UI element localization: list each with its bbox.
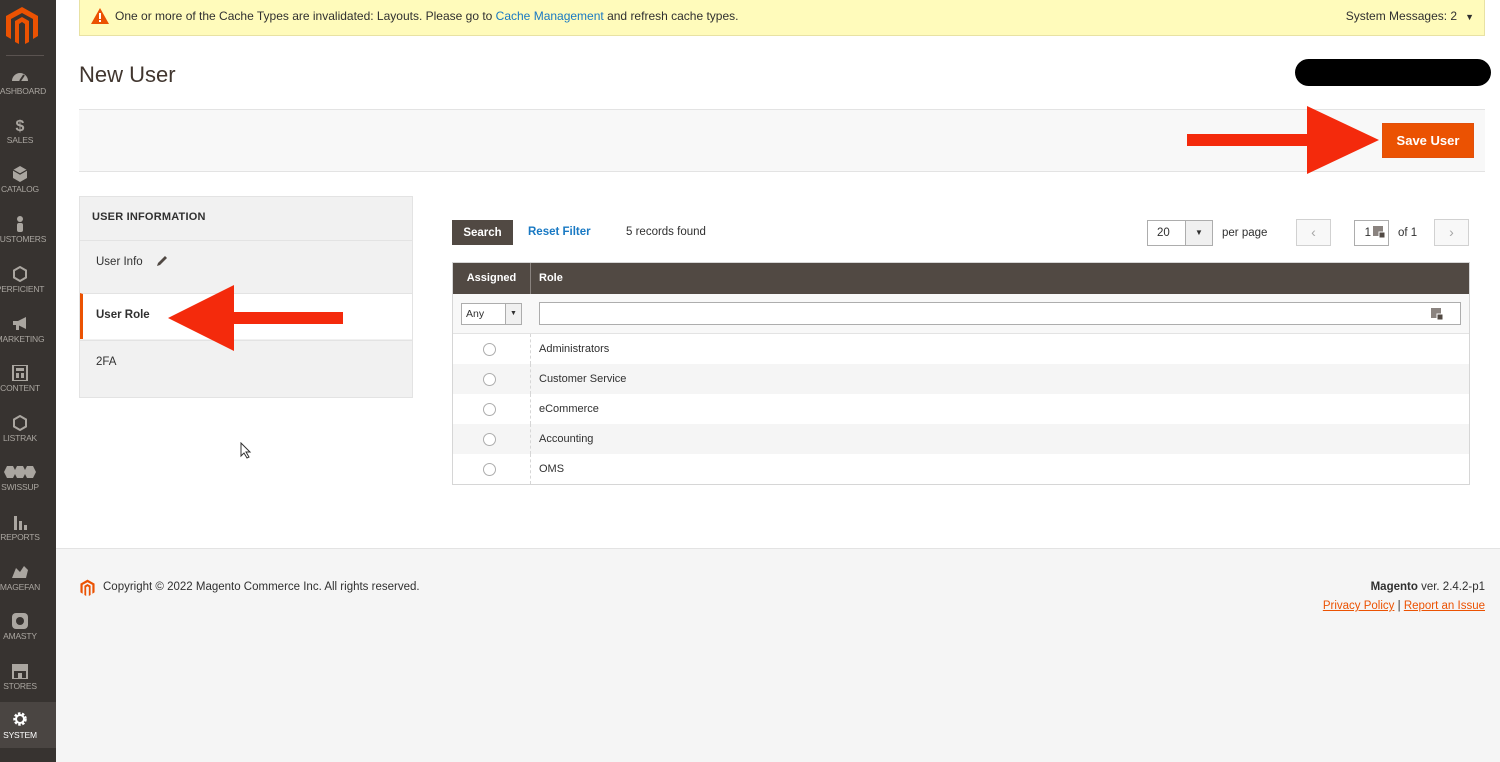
logo-divider [6, 55, 44, 56]
cube-icon [11, 166, 29, 182]
table-row[interactable]: Accounting [453, 424, 1469, 454]
person-icon [11, 216, 29, 232]
table-row[interactable]: Customer Service [453, 364, 1469, 394]
annotation-arrow-right-icon [1187, 106, 1379, 174]
nav-marketing[interactable]: Marketing [0, 316, 56, 366]
page-title: New User [79, 62, 176, 87]
tabs-title: USER INFORMATION [92, 211, 206, 223]
gear-icon [11, 711, 29, 727]
nav-listrak[interactable]: Listrak [0, 414, 56, 465]
grid-filter-row: Any ▼ [453, 294, 1469, 334]
nav-swissup[interactable]: Swissup [0, 464, 56, 514]
nav-system[interactable]: System [0, 702, 56, 748]
chevron-down-icon: ▼ [505, 304, 521, 324]
role-filter-input[interactable] [539, 302, 1461, 325]
copyright-text: Copyright © 2022 Magento Commerce Inc. A… [103, 581, 420, 593]
warning-icon [91, 8, 109, 24]
caret-down-icon: ▼ [1465, 12, 1474, 22]
megaphone-icon [11, 316, 29, 332]
cache-management-link[interactable]: Cache Management [496, 9, 604, 23]
layout-icon [11, 364, 29, 382]
column-role[interactable]: Role [539, 263, 563, 294]
nav-magefan[interactable]: Magefan [0, 564, 56, 614]
svg-text:$: $ [16, 118, 25, 133]
page-total: of 1 [1398, 227, 1418, 239]
assign-role-radio[interactable] [483, 463, 496, 476]
assign-role-radio[interactable] [483, 433, 496, 446]
assign-role-radio[interactable] [483, 403, 496, 416]
report-issue-link[interactable]: Report an Issue [1404, 600, 1485, 612]
nav-perficient[interactable]: Perficient [0, 265, 56, 316]
table-row[interactable]: Administrators [453, 334, 1469, 364]
pencil-icon [157, 256, 167, 266]
version-text: Magento ver. 2.4.2-p1 [1370, 581, 1485, 593]
nav-amasty[interactable]: Amasty [0, 613, 56, 663]
nav-reports[interactable]: Reports [0, 514, 56, 564]
next-page-button[interactable]: › [1434, 219, 1469, 246]
per-page-label: per page [1222, 227, 1268, 239]
magefan-icon [11, 564, 29, 580]
annotation-arrow-left-icon [168, 285, 343, 351]
input-widget-icon [1431, 308, 1444, 321]
privacy-policy-link[interactable]: Privacy Policy [1323, 600, 1395, 612]
assigned-filter-select[interactable]: Any ▼ [461, 303, 522, 325]
magento-logo-icon [80, 579, 95, 596]
system-messages-toggle[interactable]: System Messages: 2 ▼ [1346, 9, 1474, 23]
nav-sales[interactable]: $ Sales [0, 117, 56, 167]
nav-customers[interactable]: Customers [0, 216, 56, 266]
bar-chart-icon [11, 514, 29, 530]
assign-role-radio[interactable] [483, 343, 496, 356]
store-icon [11, 663, 29, 680]
per-page-select[interactable]: 20 ▼ [1147, 220, 1213, 246]
account-menu-redacted[interactable] [1295, 59, 1491, 86]
dollar-icon: $ [11, 117, 29, 135]
tab-user-info[interactable]: User Info [80, 240, 412, 286]
records-count: 5 records found [626, 226, 706, 238]
cache-message: One or more of the Cache Types are inval… [115, 9, 739, 23]
roles-grid: Assigned Role Any ▼ Administrators Custo… [452, 262, 1470, 485]
amasty-icon [11, 613, 29, 629]
magento-logo-icon[interactable] [5, 6, 39, 46]
search-button[interactable]: Search [452, 220, 513, 245]
admin-sidebar: Dashboard $ Sales Catalog Customers Perf… [0, 0, 56, 762]
table-row[interactable]: eCommerce [453, 394, 1469, 424]
chevron-right-icon: › [1449, 224, 1454, 240]
system-message-bar: One or more of the Cache Types are inval… [79, 0, 1485, 36]
swissup-icon [3, 464, 37, 480]
page-number-input[interactable]: 1 [1354, 220, 1389, 246]
previous-page-button[interactable]: ‹ [1296, 219, 1331, 246]
hexagon-icon [11, 265, 29, 283]
nav-content[interactable]: Content [0, 364, 56, 415]
table-row[interactable]: OMS [453, 454, 1469, 484]
mouse-cursor-icon [240, 442, 252, 459]
dashboard-icon [11, 68, 29, 84]
column-assigned[interactable]: Assigned [453, 263, 531, 294]
grid-header: Assigned Role [453, 263, 1469, 294]
chevron-left-icon: ‹ [1311, 224, 1316, 240]
nav-catalog[interactable]: Catalog [0, 166, 56, 216]
footer-links: Privacy Policy | Report an Issue [1322, 600, 1485, 612]
hexagon-icon [11, 414, 29, 432]
reset-filter-link[interactable]: Reset Filter [528, 226, 591, 238]
assign-role-radio[interactable] [483, 373, 496, 386]
save-user-button[interactable]: Save User [1382, 123, 1474, 158]
chevron-down-icon: ▼ [1185, 221, 1212, 245]
page-footer: Copyright © 2022 Magento Commerce Inc. A… [56, 548, 1500, 762]
nav-dashboard[interactable]: Dashboard [0, 68, 56, 118]
input-widget-icon [1373, 226, 1386, 239]
